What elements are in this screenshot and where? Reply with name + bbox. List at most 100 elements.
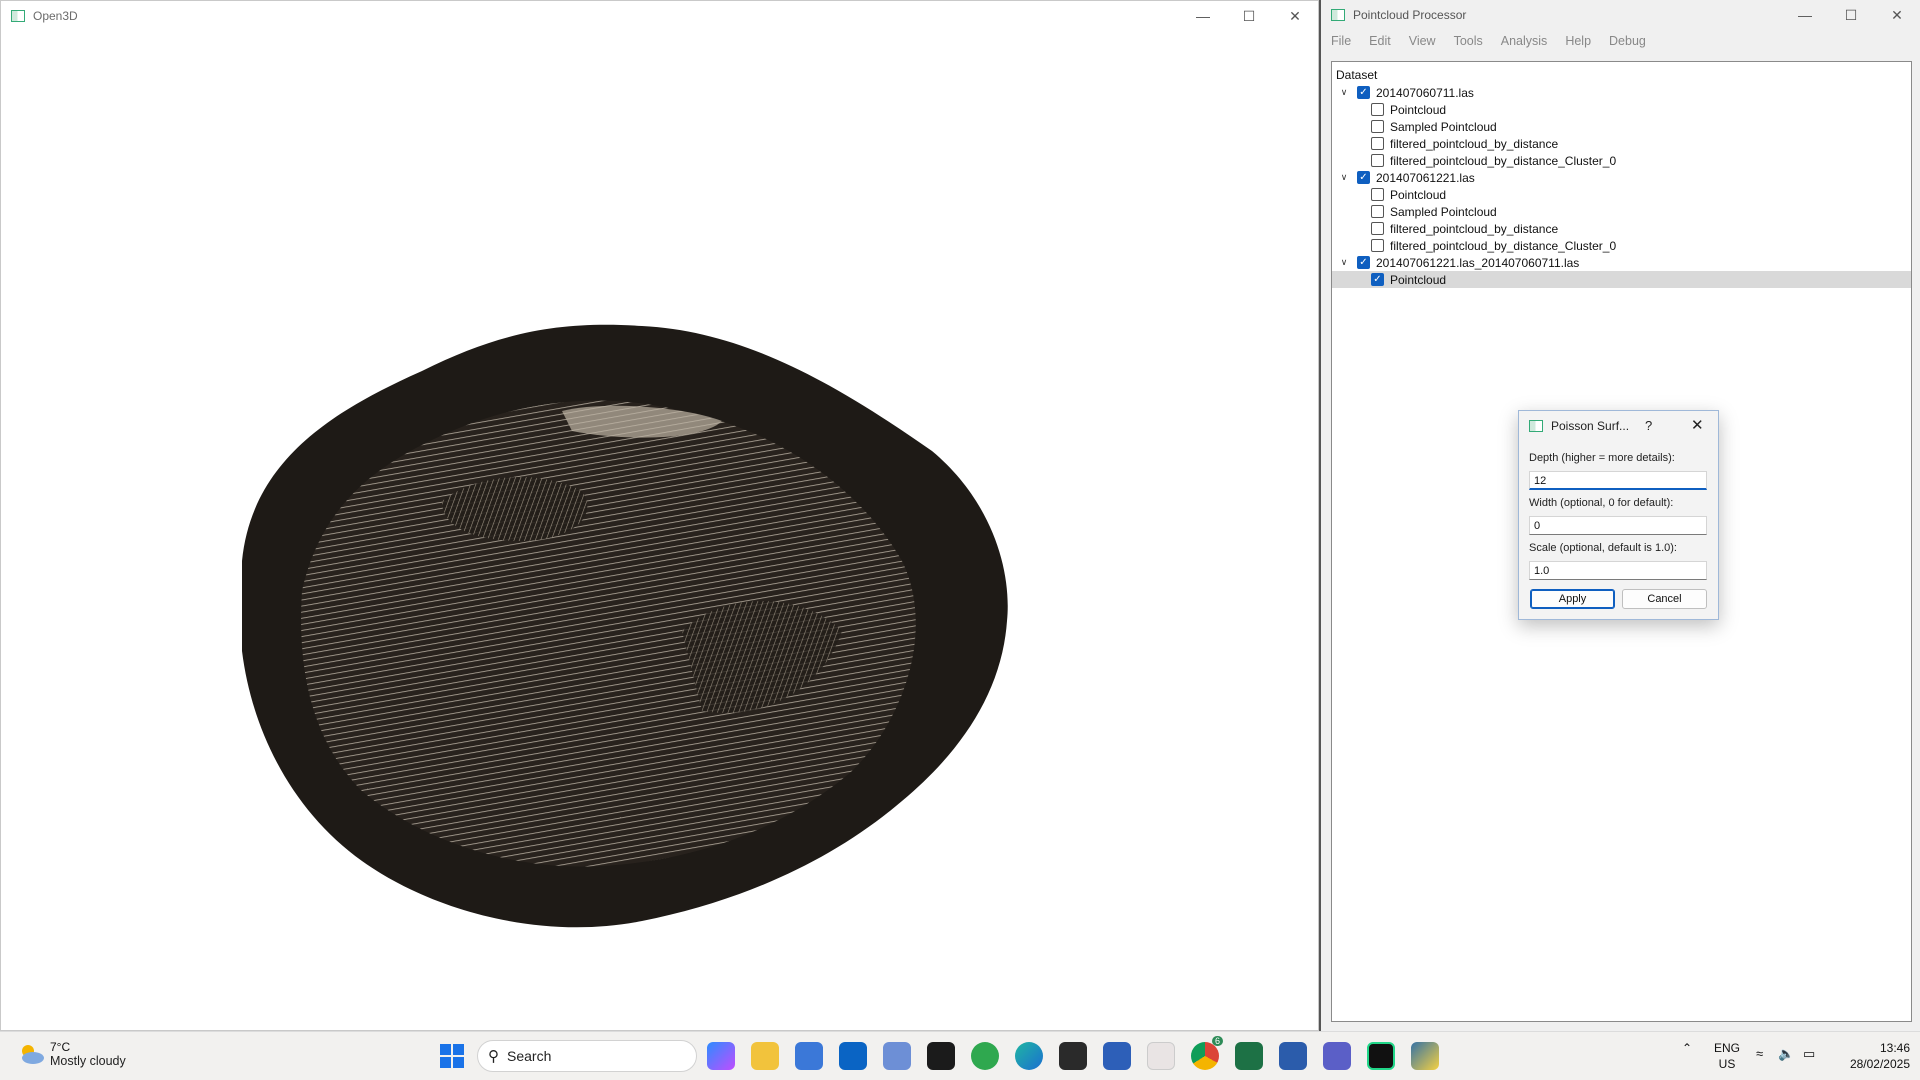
tree-item-row[interactable]: filtered_pointcloud_by_distance_Cluster_…	[1332, 237, 1911, 254]
processor-title: Pointcloud Processor	[1353, 8, 1467, 22]
word-icon[interactable]	[1279, 1042, 1307, 1070]
chevron-down-icon[interactable]: ∨	[1337, 87, 1351, 98]
tree-checkbox[interactable]	[1371, 188, 1384, 201]
outlook-icon[interactable]	[839, 1042, 867, 1070]
tree-item-label: filtered_pointcloud_by_distance_Cluster_…	[1390, 238, 1617, 253]
depth-input[interactable]: 12	[1529, 471, 1707, 490]
processor-titlebar[interactable]: Pointcloud Processor — ☐ ✕	[1321, 0, 1920, 30]
minimize-button[interactable]: —	[1180, 1, 1226, 31]
clock-time: 13:46	[1879, 1041, 1910, 1055]
s-app-icon[interactable]	[1059, 1042, 1087, 1070]
search-icon: ⚲	[488, 1048, 499, 1065]
dialog-close-button[interactable]: ✕	[1691, 416, 1704, 434]
tree-header: Dataset	[1336, 68, 1378, 82]
weather-desc: Mostly cloudy	[50, 1054, 126, 1068]
tree-rows: ∨ ✓ 201407060711.las Pointcloud Sampled Poin…	[1332, 84, 1911, 288]
search-placeholder: Search	[507, 1048, 552, 1064]
menu-help[interactable]: Help	[1565, 34, 1591, 48]
maximize-button[interactable]: ☐	[1226, 1, 1272, 31]
tree-checkbox[interactable]: ✓	[1357, 86, 1370, 99]
tree-item-label: Sampled Pointcloud	[1390, 119, 1497, 134]
tree-item-row[interactable]: filtered_pointcloud_by_distance	[1332, 220, 1911, 237]
open3d-app-icon	[11, 10, 25, 22]
chevron-down-icon[interactable]: ∨	[1337, 172, 1351, 183]
network-app-icon[interactable]	[1103, 1042, 1131, 1070]
file-explorer-icon[interactable]	[751, 1042, 779, 1070]
tree-item-row[interactable]: filtered_pointcloud_by_distance	[1332, 135, 1911, 152]
tree-item-row[interactable]: Pointcloud	[1332, 186, 1911, 203]
tree-checkbox[interactable]	[1371, 205, 1384, 218]
tree-item-row[interactable]: filtered_pointcloud_by_distance_Cluster_…	[1332, 152, 1911, 169]
clock-date: 28/02/2025	[1849, 1057, 1910, 1071]
taskbar: 7°C Mostly cloudy ⚲ Search 6 ⌃ ENG US ≈ …	[0, 1031, 1920, 1080]
chevron-down-icon[interactable]: ∨	[1337, 257, 1351, 268]
tree-item-label: 201407061221.las	[1376, 170, 1475, 185]
tree-checkbox[interactable]	[1371, 120, 1384, 133]
store-icon[interactable]	[795, 1042, 823, 1070]
tree-item-row[interactable]: Sampled Pointcloud	[1332, 118, 1911, 135]
menu-debug[interactable]: Debug	[1609, 34, 1646, 48]
app-box-icon[interactable]	[883, 1042, 911, 1070]
tree-checkbox[interactable]	[1371, 103, 1384, 116]
wifi-icon[interactable]: ≈	[1756, 1046, 1763, 1062]
tree-item-label: Pointcloud	[1390, 272, 1447, 287]
tree-checkbox[interactable]	[1371, 154, 1384, 167]
tree-item-row[interactable]: Pointcloud	[1332, 101, 1911, 118]
processor-app-icon	[1331, 9, 1345, 21]
width-input[interactable]: 0	[1529, 516, 1707, 535]
terminal-icon[interactable]	[927, 1042, 955, 1070]
menu-tools[interactable]: Tools	[1454, 34, 1483, 48]
tree-item-label: Pointcloud	[1390, 187, 1447, 202]
lang-primary: ENG	[1714, 1041, 1741, 1055]
menu-analysis[interactable]: Analysis	[1501, 34, 1548, 48]
tree-item-label: Pointcloud	[1390, 102, 1447, 117]
tree-dataset-row[interactable]: ∨ ✓ 201407061221.las	[1332, 169, 1911, 186]
excel-icon[interactable]	[1235, 1042, 1263, 1070]
tree-checkbox[interactable]	[1371, 137, 1384, 150]
tree-item-row[interactable]: Sampled Pointcloud	[1332, 203, 1911, 220]
active-app-icon[interactable]	[1147, 1042, 1175, 1070]
tree-checkbox[interactable]	[1371, 222, 1384, 235]
close-button[interactable]: ✕	[1874, 0, 1920, 30]
menu-file[interactable]: File	[1331, 34, 1351, 48]
tree-checkbox[interactable]: ✓	[1357, 171, 1370, 184]
tree-checkbox[interactable]: ✓	[1357, 256, 1370, 269]
tray-overflow-icon[interactable]: ⌃	[1682, 1040, 1692, 1056]
close-button[interactable]: ✕	[1272, 1, 1318, 31]
open3d-title: Open3D	[33, 9, 78, 23]
help-button[interactable]: ?	[1645, 418, 1652, 433]
width-label: Width (optional, 0 for default):	[1529, 497, 1674, 509]
tree-item-label: Sampled Pointcloud	[1390, 204, 1497, 219]
maximize-button[interactable]: ☐	[1828, 0, 1874, 30]
tree-dataset-row[interactable]: ∨ ✓ 201407061221.las_201407060711.las	[1332, 254, 1911, 271]
cancel-button[interactable]: Cancel	[1622, 589, 1707, 609]
tree-checkbox[interactable]: ✓	[1371, 273, 1384, 286]
copilot-icon[interactable]	[707, 1042, 735, 1070]
apply-button[interactable]: Apply	[1530, 589, 1615, 609]
teams-icon[interactable]	[1323, 1042, 1351, 1070]
tree-dataset-row[interactable]: ∨ ✓ 201407060711.las	[1332, 84, 1911, 101]
open3d-titlebar[interactable]: Open3D — ☐ ✕	[1, 1, 1318, 31]
language-indicator[interactable]: ENG US	[1714, 1040, 1740, 1072]
scale-input[interactable]: 1.0	[1529, 561, 1707, 580]
minimize-button[interactable]: —	[1782, 0, 1828, 30]
menu-edit[interactable]: Edit	[1369, 34, 1391, 48]
taskbar-search[interactable]: ⚲ Search	[477, 1040, 697, 1072]
dialog-titlebar[interactable]: Poisson Surf... ? ✕	[1519, 411, 1718, 441]
pycharm-icon[interactable]	[1367, 1042, 1395, 1070]
lang-secondary: US	[1718, 1057, 1736, 1071]
volume-icon[interactable]: 🔈	[1778, 1046, 1794, 1062]
python-icon[interactable]	[1411, 1042, 1439, 1070]
pointcloud-3d-viewport[interactable]	[2, 31, 1319, 1031]
battery-icon[interactable]: ▭	[1803, 1046, 1815, 1062]
menu-view[interactable]: View	[1409, 34, 1436, 48]
weather-widget[interactable]: 7°C Mostly cloudy	[16, 1040, 126, 1068]
chrome-icon[interactable]: 6	[1191, 1036, 1223, 1070]
green-app-icon[interactable]	[971, 1042, 999, 1070]
scale-label: Scale (optional, default is 1.0):	[1529, 542, 1677, 554]
clock[interactable]: 13:46 28/02/2025	[1836, 1040, 1910, 1072]
tree-checkbox[interactable]	[1371, 239, 1384, 252]
start-button[interactable]	[438, 1042, 466, 1070]
tree-item-row[interactable]: ✓ Pointcloud	[1332, 271, 1911, 288]
edge-icon[interactable]	[1015, 1042, 1043, 1070]
